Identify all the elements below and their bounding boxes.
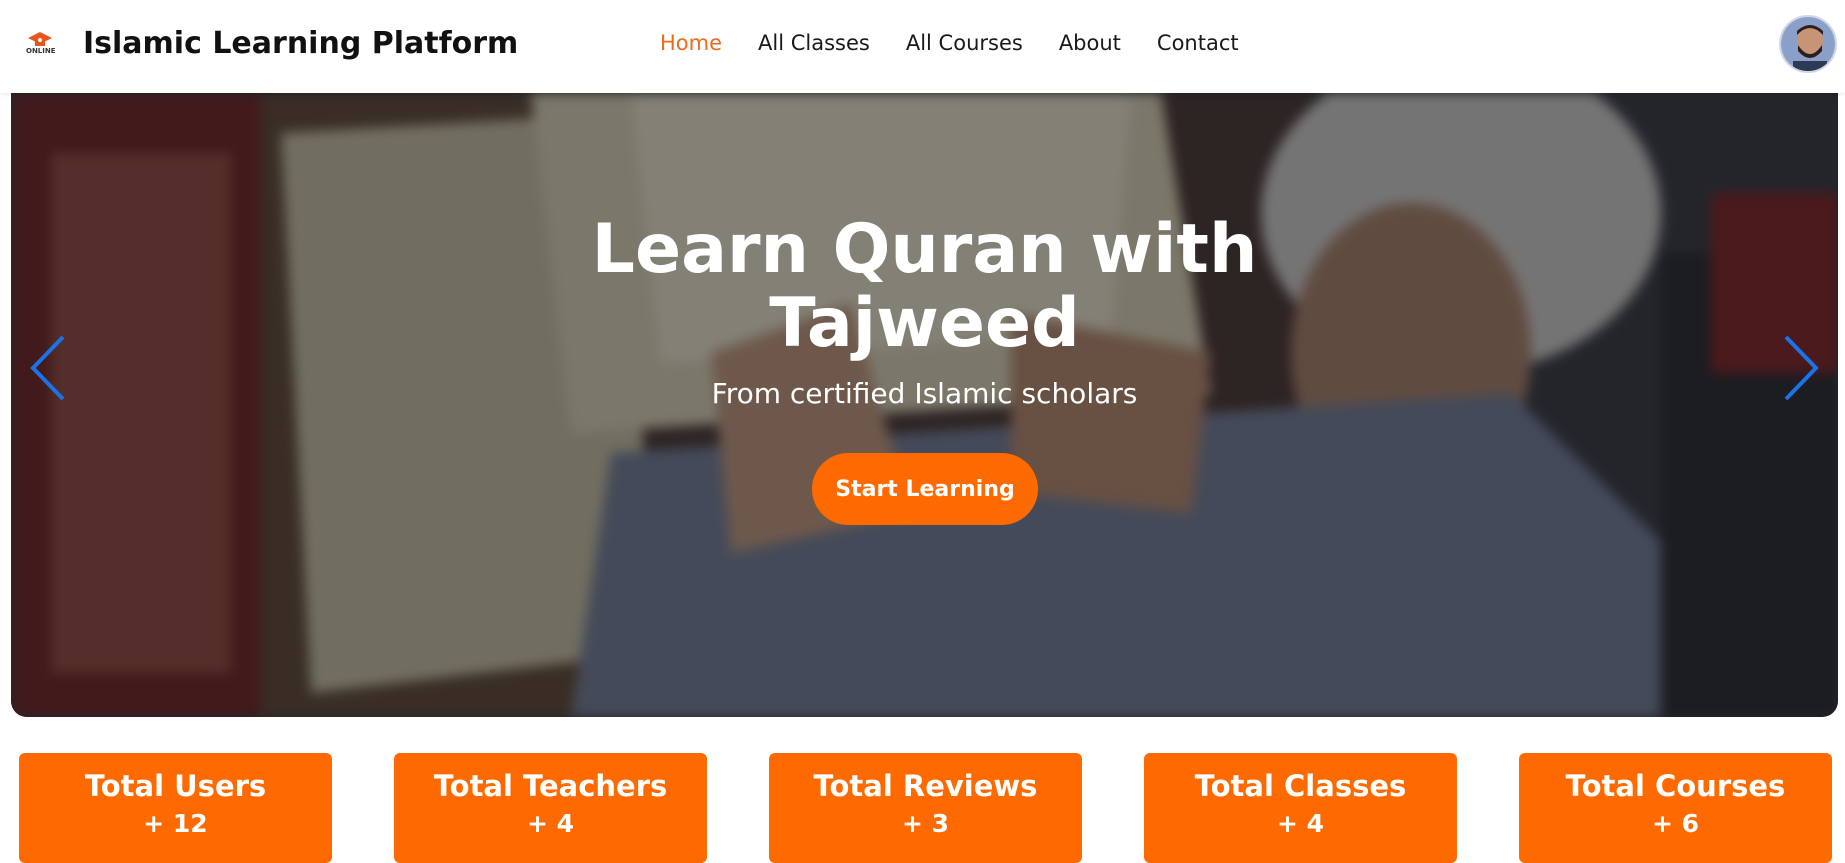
main-nav: Home All Classes All Courses About Conta…	[660, 31, 1275, 55]
hero-title-line1: Learn Quran with	[591, 210, 1258, 289]
nav-about[interactable]: About	[1059, 31, 1121, 55]
logo-icon[interactable]: ONLINE	[24, 30, 56, 60]
nav-home[interactable]: Home	[660, 31, 722, 55]
hero-carousel: Learn Quran with Tajweed From certified …	[11, 93, 1838, 717]
start-learning-button[interactable]: Start Learning	[812, 453, 1038, 525]
stat-label: Total Users	[84, 769, 267, 803]
brand-title[interactable]: Islamic Learning Platform	[83, 26, 518, 61]
nav-all-courses[interactable]: All Courses	[906, 31, 1023, 55]
stat-card-courses: Total Courses + 6	[1519, 753, 1832, 863]
stat-card-reviews: Total Reviews + 3	[769, 753, 1082, 863]
stat-value: + 4	[526, 809, 575, 838]
chevron-right-icon	[1784, 335, 1819, 401]
stat-card-users: Total Users + 12	[19, 753, 332, 863]
nav-all-classes[interactable]: All Classes	[758, 31, 870, 55]
top-navbar: ONLINE Islamic Learning Platform Home Al…	[0, 0, 1845, 93]
stat-label: Total Reviews	[813, 769, 1038, 803]
stats-section: Total Users + 12 Total Teachers + 4 Tota…	[0, 753, 1845, 863]
carousel-prev-button[interactable]	[27, 333, 71, 403]
stat-card-classes: Total Classes + 4	[1144, 753, 1457, 863]
hero-subtitle: From certified Islamic scholars	[711, 377, 1138, 410]
nav-contact[interactable]: Contact	[1157, 31, 1239, 55]
chevron-left-icon	[30, 335, 65, 401]
stat-label: Total Classes	[1194, 769, 1407, 803]
stat-value: + 12	[143, 809, 208, 838]
hero-title-line2: Tajweed	[769, 284, 1080, 363]
stat-value: + 4	[1276, 809, 1325, 838]
logo-text: ONLINE	[26, 47, 56, 55]
stat-value: + 3	[901, 809, 950, 838]
carousel-next-button[interactable]	[1778, 333, 1822, 403]
hero-title: Learn Quran with Tajweed	[11, 213, 1838, 361]
stat-value: + 6	[1651, 809, 1700, 838]
stat-label: Total Courses	[1565, 769, 1786, 803]
stat-label: Total Teachers	[433, 769, 668, 803]
user-avatar[interactable]	[1779, 15, 1837, 73]
stat-card-teachers: Total Teachers + 4	[394, 753, 707, 863]
